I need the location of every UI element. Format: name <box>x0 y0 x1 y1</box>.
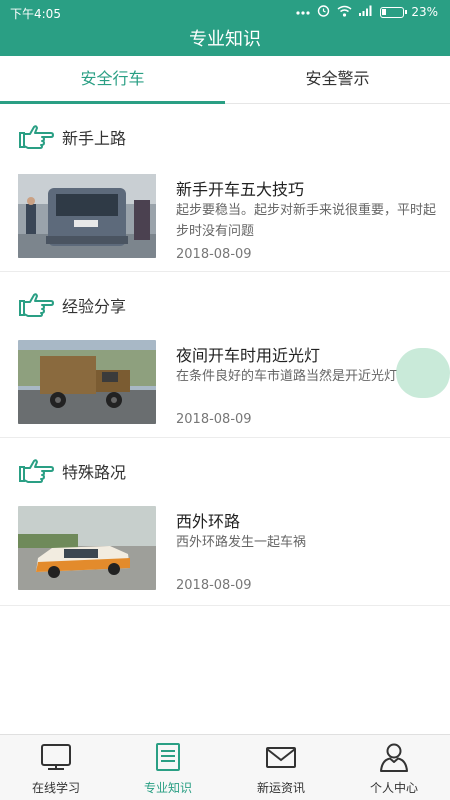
article-date: 2018-08-09 <box>176 578 252 593</box>
article-description: 西外环路发生一起车祸 <box>176 535 307 550</box>
battery-level: 23% <box>411 5 438 19</box>
article-thumbnail[interactable] <box>18 506 156 590</box>
nav-personal-center[interactable]: 个人中心 <box>338 735 450 800</box>
nav-label: 新运资讯 <box>256 781 305 795</box>
status-bar: 下午4:05 23% <box>0 0 450 24</box>
section-title: 特殊路况 <box>62 463 127 482</box>
nav-online-learning[interactable]: 在线学习 <box>0 735 112 800</box>
bottom-nav: 在线学习 专业知识 新运资讯 个人中心 <box>0 734 450 800</box>
article-thumbnail[interactable] <box>18 174 156 258</box>
section-title: 经验分享 <box>62 297 127 316</box>
section-header: 经验分享 <box>18 290 126 320</box>
section-header: 特殊路况 <box>18 456 126 486</box>
status-time: 下午4:05 <box>10 7 61 21</box>
page-title: 专业知识 <box>0 24 450 56</box>
article-thumbnail[interactable] <box>18 340 156 424</box>
nav-label: 个人中心 <box>369 781 418 795</box>
tab-safety-warning[interactable]: 安全警示 <box>225 56 450 104</box>
section-title: 新手上路 <box>62 129 127 148</box>
pointing-hand-icon <box>19 459 54 483</box>
tab-bar: 安全行车 安全警示 <box>0 56 450 104</box>
battery-icon <box>380 6 408 18</box>
person-icon <box>380 743 408 772</box>
tab-safe-driving[interactable]: 安全行车 <box>0 56 225 104</box>
article-title[interactable]: 西外环路 <box>176 508 240 532</box>
nav-label: 专业知识 <box>143 781 192 795</box>
article-date: 2018-08-09 <box>176 412 252 427</box>
article-title[interactable]: 夜间开车时用近光灯 <box>176 342 320 366</box>
section-novice: 新手上路 新手开车五大技巧 起步要稳当。起步对新手来说很重要，平时起步时没有问题… <box>0 104 450 272</box>
section-header: 新手上路 <box>18 122 126 152</box>
article-date: 2018-08-09 <box>176 247 252 262</box>
nav-professional-knowledge[interactable]: 专业知识 <box>112 735 224 800</box>
document-icon <box>156 743 180 771</box>
article-description: 起步要稳当。起步对新手来说很重要，平时起步时没有问题 <box>176 203 437 239</box>
mail-icon <box>266 747 296 768</box>
nav-label: 在线学习 <box>31 781 80 795</box>
pointing-hand-icon <box>19 125 54 149</box>
signal-icon <box>359 5 373 19</box>
touch-ripple <box>396 348 450 398</box>
section-experience: 经验分享 夜间开车时用近光灯 在条件良好的车市道路当然是开近光灯 2018-08… <box>0 272 450 438</box>
wifi-icon <box>337 5 352 20</box>
status-icons: 23% <box>296 4 438 20</box>
pointing-hand-icon <box>19 293 54 317</box>
section-special-roads: 特殊路况 西外环路 西外环路发生一起车祸 2018-08-09 <box>0 438 450 606</box>
nav-news[interactable]: 新运资讯 <box>225 735 337 800</box>
dots-icon <box>296 5 310 19</box>
article-title[interactable]: 新手开车五大技巧 <box>176 176 304 200</box>
monitor-icon <box>41 744 71 770</box>
alarm-icon <box>317 4 330 20</box>
